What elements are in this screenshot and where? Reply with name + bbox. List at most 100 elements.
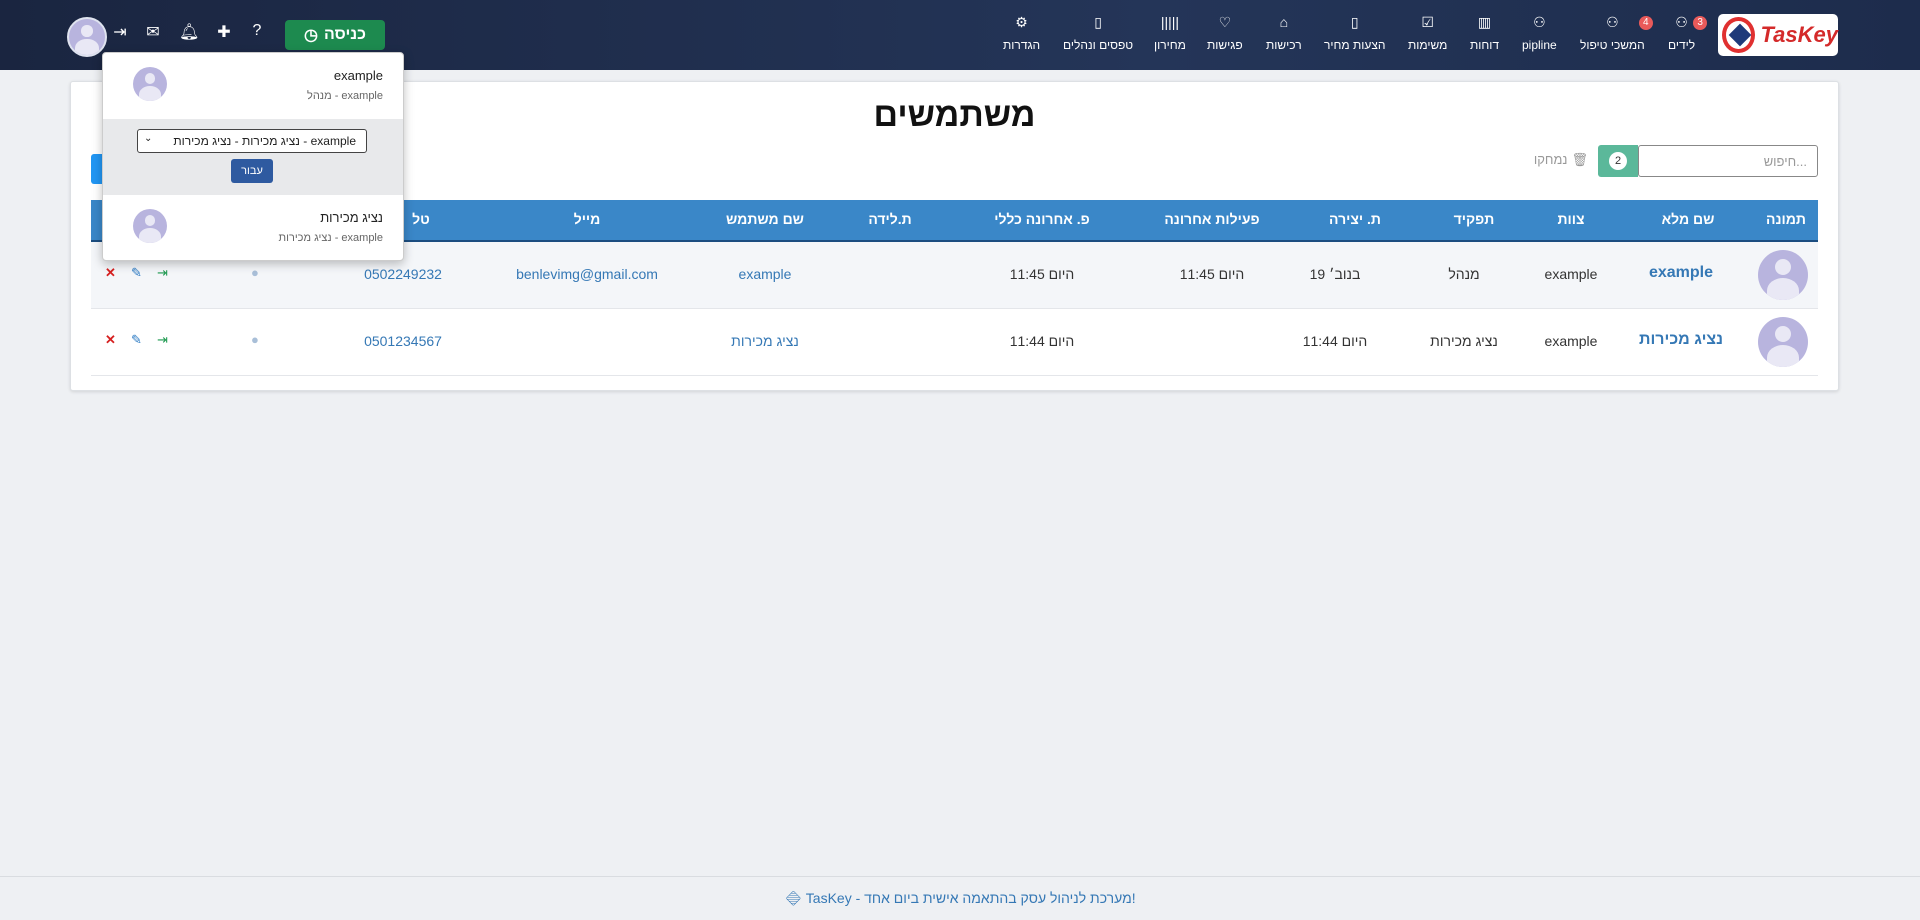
chat-icon[interactable]: ✉ [143, 22, 163, 42]
barcode-icon: ||||| [1160, 14, 1180, 30]
username[interactable]: נציג מכירות [731, 333, 799, 349]
th-role[interactable]: תפקיד [1454, 211, 1495, 227]
th-last-activity[interactable]: פעילות אחרונה [1164, 211, 1259, 227]
table-row[interactable]: נציג מכירות example נציג מכירות היום 11:… [91, 309, 1818, 376]
delete-icon[interactable]: ✕ [105, 265, 116, 281]
menu-user-name: נציג מכירות [320, 210, 383, 225]
team: example [1544, 266, 1598, 282]
th-username[interactable]: שם משתמש [726, 211, 804, 227]
nav-label: דוחות [1470, 38, 1500, 52]
document-icon: ▯ [1350, 14, 1359, 30]
th-team[interactable]: צוות [1557, 211, 1584, 227]
th-photo: תמונה [1766, 211, 1806, 227]
th-last-general[interactable]: פ. אחרונה כללי [994, 211, 1090, 227]
nav-reports[interactable]: ▥ דוחות [1470, 14, 1499, 60]
user-icon: ⚇ [1606, 14, 1619, 30]
leads-badge: 3 [1693, 16, 1708, 30]
last-general: היום 11:44 [1009, 333, 1075, 349]
book-icon: ▯ [1094, 14, 1102, 30]
bell-icon[interactable]: 🔔︎ [179, 22, 199, 42]
th-birthday[interactable]: ת.לידה [868, 211, 911, 227]
nav-label: טפסים ונהלים [1063, 38, 1134, 52]
menu-avatar [133, 67, 167, 101]
user-icon: ⚇ [1675, 14, 1688, 30]
nav-label: הגדרות [1003, 38, 1041, 52]
th-phone[interactable]: טל [412, 211, 430, 227]
search-input[interactable]: חיפוש... [1638, 145, 1818, 177]
nav-meetings[interactable]: ♡ פגישות [1207, 14, 1243, 60]
nav-settings[interactable]: ⚙ הגדרות [1003, 14, 1040, 60]
menu-user-sub: מנהל - example [307, 90, 383, 102]
footer: 🔷︎ TasKey - מערכת לניהול עסק בהתאמה אישי… [0, 876, 1920, 920]
diamond-icon: 🔷︎ [784, 890, 803, 906]
chevron-down-icon: ⌄ [144, 133, 153, 144]
cart-icon: ⌂ [1279, 14, 1289, 30]
switch-go-button[interactable]: עבור [231, 159, 273, 183]
login-as-icon[interactable]: ⇥ [157, 265, 168, 281]
phone[interactable]: 0501234567 [364, 333, 442, 349]
user-avatar[interactable] [67, 17, 107, 57]
handshake-icon: ♡ [1218, 14, 1232, 30]
bar-chart-icon: ▥ [1477, 14, 1492, 30]
nav-label: הצעות מחיר [1324, 38, 1386, 52]
switch-user-select[interactable]: ⌄ נציג מכירות - נציג מכירות - example [137, 129, 367, 153]
created: 19 בנוב׳ [1309, 266, 1361, 282]
full-name[interactable]: example [1649, 264, 1713, 282]
full-name[interactable]: נציג מכירות [1639, 331, 1723, 349]
count-value: 2 [1609, 152, 1627, 170]
nav-quotes[interactable]: ▯ הצעות מחיר [1324, 14, 1386, 60]
clock-icon: ◷ [303, 27, 318, 44]
enter-label: כניסה [323, 26, 367, 43]
help-icon[interactable]: ? [247, 22, 267, 40]
chat-icon[interactable]: ● [251, 265, 259, 280]
phone[interactable]: 0502249232 [364, 266, 442, 282]
nav-label: משימות [1408, 38, 1448, 52]
nav-label: המשכי טיפול [1580, 38, 1645, 52]
team: example [1544, 333, 1598, 349]
nav-followups[interactable]: ⚇ 4 המשכי טיפול [1580, 14, 1653, 60]
other-user-item[interactable]: נציג מכירות נציג מכירות - example [103, 195, 403, 259]
created: היום 11:44 [1302, 333, 1368, 349]
plus-icon[interactable]: ✚ [214, 22, 234, 42]
footer-text[interactable]: TasKey - מערכת לניהול עסק בהתאמה אישית ב… [806, 890, 1136, 906]
nav-pipline[interactable]: ⚇ pipline [1522, 14, 1557, 60]
logo-text: TasKey [1760, 22, 1838, 47]
login-icon[interactable]: ⇥ [110, 22, 130, 42]
count-badge: 2 [1598, 145, 1638, 177]
enter-button[interactable]: ◷ כניסה [285, 20, 385, 50]
nav-label: פגישות [1207, 38, 1243, 52]
user-switch-menu: example מנהל - example ⌄ נציג מכירות - נ… [102, 52, 404, 261]
logo-mark-icon [1722, 17, 1755, 53]
username[interactable]: example [739, 266, 792, 282]
user-icon: ⚇ [1533, 14, 1546, 30]
last-general: היום 11:45 [1009, 266, 1075, 282]
select-value: נציג מכירות - נציג מכירות - example [173, 134, 356, 148]
nav-pricelist[interactable]: ||||| מחירון [1154, 14, 1186, 60]
menu-user-name: example [333, 68, 383, 83]
deleted-filter[interactable]: נמחקו 🗑︎ [1534, 152, 1588, 168]
menu-user-sub: נציג מכירות - example [278, 232, 383, 244]
login-as-icon[interactable]: ⇥ [157, 332, 168, 348]
nav-label: לידים [1668, 38, 1696, 52]
nav-forms[interactable]: ▯ טפסים ונהלים [1063, 14, 1133, 60]
user-photo [1758, 250, 1808, 300]
nav-purchases[interactable]: ⌂ רכישות [1266, 14, 1302, 60]
th-created[interactable]: ת. יצירה [1329, 211, 1381, 227]
email[interactable]: benlevimg@gmail.com [516, 266, 658, 282]
deleted-label: נמחקו [1533, 152, 1568, 167]
user-photo [1758, 317, 1808, 367]
th-email[interactable]: מייל [574, 211, 601, 227]
nav-tasks[interactable]: ☑ משימות [1408, 14, 1447, 60]
edit-icon[interactable]: ✎ [131, 265, 142, 281]
followups-badge: 4 [1638, 16, 1653, 30]
current-user-item[interactable]: example מנהל - example [103, 53, 403, 117]
edit-icon[interactable]: ✎ [131, 332, 142, 348]
checkbox-icon: ☑ [1421, 14, 1434, 30]
trash-icon: 🗑︎ [1571, 152, 1588, 167]
chat-icon[interactable]: ● [251, 332, 259, 347]
taskey-logo[interactable]: TasKey [1718, 14, 1838, 56]
nav-label: pipline [1522, 38, 1557, 52]
nav-leads[interactable]: ⚇ 3 לידים [1668, 14, 1708, 60]
delete-icon[interactable]: ✕ [105, 332, 116, 348]
th-full-name[interactable]: שם מלא [1662, 211, 1715, 227]
